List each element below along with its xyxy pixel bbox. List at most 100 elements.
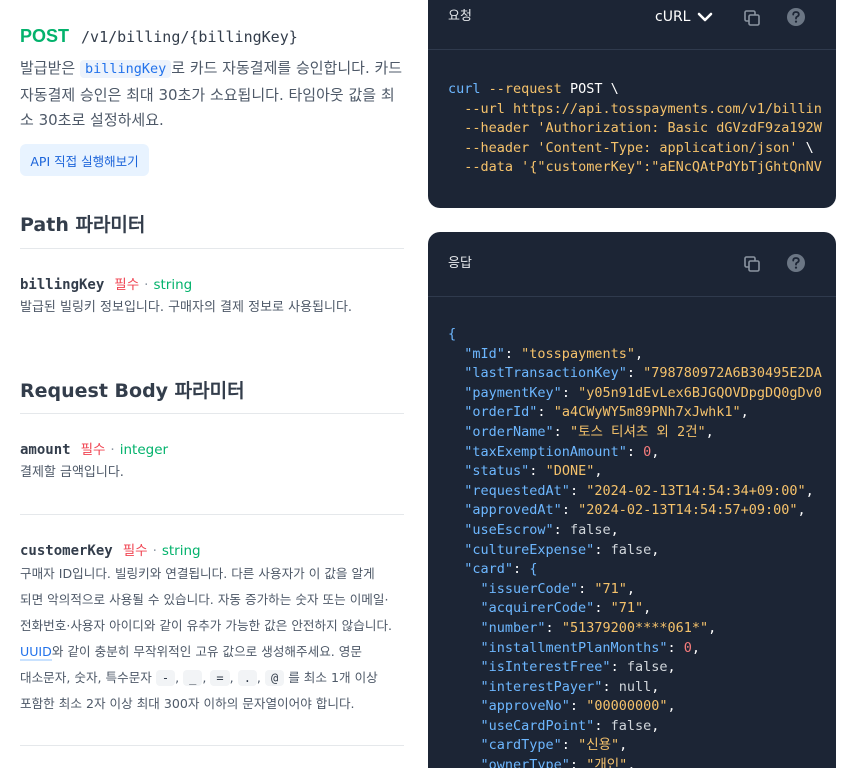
code-line: --header 'Content-Type: application/json… [448,139,836,159]
json-value: "토스 티셔츠 외 2건" [569,423,706,440]
http-method: POST [20,26,70,46]
inline-code-billingkey: billingKey [79,60,172,78]
json-colon: : [667,639,684,656]
response-code-block: { "mId": "tosspayments", "lastTransactio… [428,297,836,768]
json-key: "orderName" [464,423,554,440]
desc-line: 포함한 최소 2자 이상 최대 300자 이하의 문자열이어야 합니다. [20,696,355,711]
json-value: false [610,717,652,734]
param-type: string [153,277,193,293]
json-line: "requestedAt": "2024-02-13T14:54:34+09:0… [448,482,836,502]
json-comma: , [626,580,635,597]
code-token: --url [464,100,505,117]
json-colon: : [513,561,530,578]
json-comma: , [708,619,717,636]
help-icon[interactable] [785,252,807,274]
json-line: "card": { [448,560,836,580]
copy-icon[interactable] [741,253,763,275]
desc-text: 와 같이 충분히 무작위적인 고유 값으로 생성해주세요. 영문 [51,644,362,659]
code-token: curl [448,81,481,97]
json-comma: , [705,423,714,440]
json-colon: : [610,659,627,676]
json-line: "interestPayer": null, [448,678,836,698]
json-colon: : [529,463,546,480]
json-comma: , [651,717,660,734]
code-token: --header [464,120,530,137]
code-token: \ [797,139,814,156]
json-colon: : [594,541,611,558]
json-key: "approveNo" [480,698,570,715]
code-line: curl --request POST \ [448,80,836,100]
comma: , [202,670,207,685]
json-colon: : [561,384,579,401]
json-value: "a4CWyWY5m89PNh7xJwhk1" [553,404,741,421]
try-api-button[interactable]: API 직접 실행해보기 [20,144,149,176]
separator: · [152,543,157,559]
json-value: { [529,561,538,578]
copy-icon[interactable] [741,7,763,29]
uuid-link[interactable]: UUID [20,644,52,661]
chevron-down-icon [698,12,713,22]
language-select[interactable]: cURL [655,8,714,26]
json-value: "개인" [586,757,628,768]
json-comma: , [651,541,660,558]
param-type: string [161,543,201,559]
json-line: "orderName": "토스 티셔츠 외 2건", [448,423,836,443]
json-comma: , [643,600,652,617]
code-token: 'Content-Type: application/json' [529,139,798,156]
json-value: "신용" [578,737,620,754]
json-key: "card" [464,561,514,578]
json-line: "taxExemptionAmount": 0, [448,443,836,463]
code-token: --header [464,139,530,156]
desc-text: 발급받은 [20,59,80,77]
endpoint-description: 발급받은 billingKey 로 카드 자동결제를 승인합니다. 카드 자동결제… [20,56,404,134]
code-token: '{"customerKey":"aENcQAtPdYbTjGhtQnNV [513,159,822,176]
json-value: false [626,659,668,676]
json-colon: : [537,404,554,421]
divider [20,514,404,515]
json-colon: : [602,678,619,695]
endpoint-path: /v1/billing/{billingKey} [81,28,298,46]
help-icon[interactable] [785,6,807,28]
json-line: "cardType": "신용", [448,736,836,756]
request-code-panel: 요청 cURL curl --request POST \ --url http… [428,0,836,208]
json-key: "isInterestFree" [480,659,611,676]
divider [20,745,404,746]
json-key: "cultureExpense" [464,541,595,558]
json-colon: : [504,345,522,362]
special-char-chip: @ [264,670,285,686]
json-line: "installmentPlanMonths": 0, [448,639,836,659]
json-key: "number" [480,619,546,636]
required-badge: 필수 [122,543,148,559]
json-value: "2024-02-13T14:54:34+09:00" [586,482,806,499]
desc-line: 전화번호·사용자 아이디와 같이 유추가 가능한 값은 안전하지 않습니다. [20,618,393,633]
json-key: "cardType" [480,737,562,754]
comma: , [175,670,180,685]
json-colon: : [561,737,579,754]
json-colon: : [594,600,611,617]
json-colon: : [626,443,644,460]
json-line: "isInterestFree": false, [448,658,836,678]
desc-text: 를 최소 1개 이상 [288,670,378,685]
param-type: integer [119,442,169,458]
request-panel-header: 요청 cURL [428,0,836,50]
special-char-chip: _ [183,670,203,686]
json-value: "tosspayments" [521,345,635,362]
json-key: "useCardPoint" [480,717,595,734]
json-key: "issuerCode" [480,580,579,597]
json-colon: : [561,502,579,519]
json-key: "requestedAt" [464,482,570,499]
json-comma: , [610,521,619,538]
code-line: --header 'Authorization: Basic dGVzdF9za… [448,119,836,139]
special-char-chip: . [237,670,257,686]
json-line: "status": "DONE", [448,462,836,482]
json-key: "orderId" [464,404,538,421]
comma: , [256,670,261,685]
json-key: "taxExemptionAmount" [464,443,627,460]
param-name: amount [20,442,71,458]
json-key: "status" [464,463,530,480]
param-amount: amount 필수 · integer [20,438,168,458]
endpoint-header: POST /v1/billing/{billingKey} [20,26,298,47]
json-line: "useCardPoint": false, [448,717,836,737]
code-line: { [448,326,457,342]
json-value: "51379200****061*" [561,619,709,636]
